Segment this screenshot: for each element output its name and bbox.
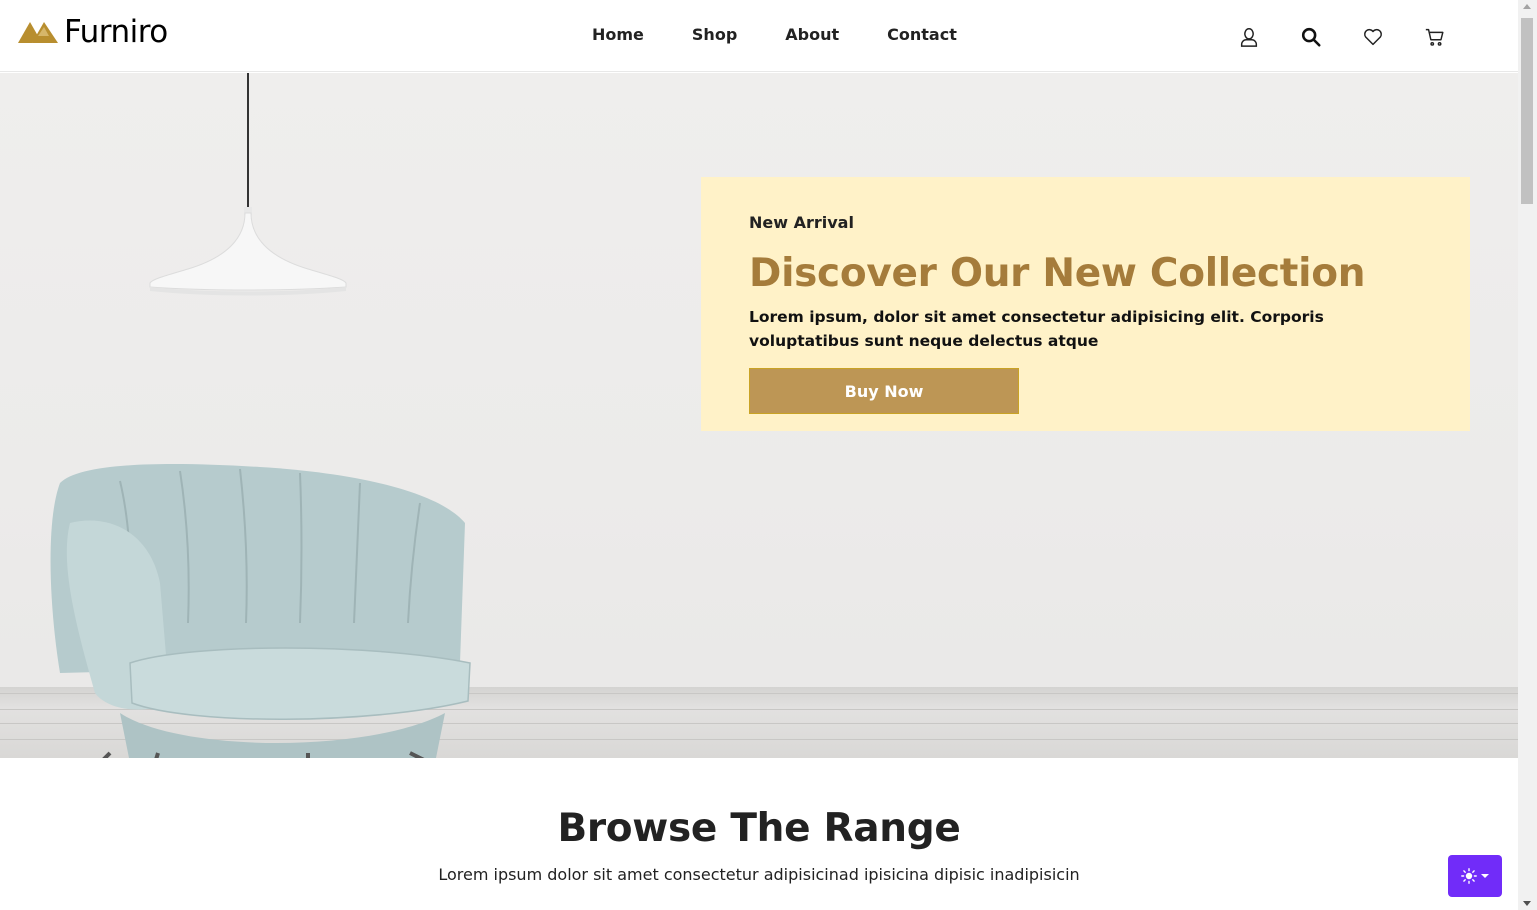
theme-toggle-button[interactable] <box>1448 855 1502 897</box>
user-icon[interactable] <box>1236 24 1262 50</box>
promo-label: New Arrival <box>749 213 854 232</box>
pendant-lamp-image <box>149 207 347 296</box>
brand-mark-icon <box>18 22 58 43</box>
hero-banner: New Arrival Discover Our New Collection … <box>0 73 1518 758</box>
scroll-down-arrow-icon[interactable] <box>1523 901 1531 906</box>
scrollbar-thumb[interactable] <box>1521 18 1533 204</box>
armchair-image <box>50 464 471 758</box>
cart-icon[interactable] <box>1422 24 1448 50</box>
promo-card: New Arrival Discover Our New Collection … <box>701 177 1470 431</box>
chevron-down-icon <box>1481 874 1489 878</box>
buy-now-button[interactable]: Buy Now <box>749 368 1019 414</box>
brand-name: Furniro <box>64 14 168 50</box>
promo-title: Discover Our New Collection <box>749 251 1366 296</box>
sun-icon <box>1461 868 1477 884</box>
main-nav: Home Shop About Contact <box>592 25 1005 44</box>
site-header: Furniro Home Shop About Contact <box>0 0 1518 72</box>
promo-description: Lorem ipsum, dolor sit amet consectetur … <box>749 308 1324 350</box>
header-icons <box>1236 24 1484 50</box>
lamp-cord <box>247 73 249 213</box>
nav-contact[interactable]: Contact <box>887 25 957 44</box>
page-scrollbar[interactable] <box>1518 0 1537 910</box>
nav-shop[interactable]: Shop <box>692 25 737 44</box>
browse-range-subtitle: Lorem ipsum dolor sit amet consectetur a… <box>438 865 1080 884</box>
nav-home[interactable]: Home <box>592 25 644 44</box>
heart-icon[interactable] <box>1360 24 1386 50</box>
browse-range-title: Browse The Range <box>557 806 961 851</box>
scroll-up-arrow-icon[interactable] <box>1523 4 1531 9</box>
brand-logo[interactable]: Furniro <box>18 14 168 50</box>
nav-about[interactable]: About <box>785 25 839 44</box>
search-icon[interactable] <box>1298 24 1324 50</box>
